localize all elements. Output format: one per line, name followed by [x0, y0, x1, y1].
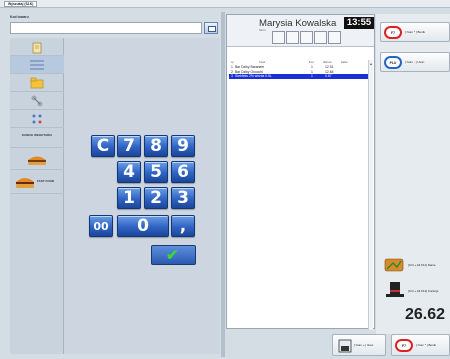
receipt-header: Marysia Kowalska 13:55 Stol 1: [227, 15, 374, 47]
bottom-bonik-button[interactable]: F7 [ Num * ] Bonik: [391, 334, 450, 356]
cashier-name: Marysia Kowalska: [259, 18, 337, 29]
small-items-icon: [32, 114, 42, 124]
key-3[interactable]: 3: [171, 187, 195, 209]
search-label: Kod towaru: [10, 15, 29, 19]
key-0[interactable]: 0: [117, 215, 169, 237]
table-row-selected[interactable]: 3 Stekfeks 2% wisnia 0.5L 1 0.87: [229, 74, 368, 79]
category-item-list[interactable]: [10, 56, 64, 74]
row-lp: 3: [231, 74, 233, 78]
key-2[interactable]: 2: [144, 187, 168, 209]
key-9[interactable]: 9: [171, 135, 195, 157]
bottom-bonik-label: [ Num * ] Bonik: [416, 343, 437, 347]
total-amount: 26.62: [405, 306, 446, 323]
row-qty: 1: [311, 74, 313, 78]
row-name: Stekfeks 2% wisnia 0.5L: [235, 74, 272, 78]
scroll-up-icon[interactable]: [370, 63, 372, 65]
key-00[interactable]: 00: [89, 215, 113, 237]
key-5[interactable]: 5: [144, 161, 168, 183]
col-header: Towar: [259, 61, 266, 64]
search-input[interactable]: [10, 22, 202, 34]
category-item-small[interactable]: [10, 110, 64, 128]
save-icon: [338, 339, 352, 353]
key-comma[interactable]: ,: [171, 215, 195, 237]
col-header: Lp: [231, 61, 234, 64]
list-icon: [30, 60, 44, 70]
col-header: Ilosc: [309, 61, 314, 64]
document-icon: [32, 42, 42, 54]
keyboard-icon: [208, 26, 216, 32]
bonik-button[interactable]: F7 [ Num * ] Bonik: [380, 22, 450, 42]
seat-box[interactable]: [300, 31, 313, 44]
receipt-panel: Marysia Kowalska 13:55 Stol 1 Lp Towar I…: [226, 14, 375, 330]
plu-icon: PLU: [385, 57, 401, 68]
category-item-fastfood[interactable]: FAST FOOD: [10, 170, 64, 194]
product-panel: [64, 38, 220, 354]
key-7[interactable]: 7: [117, 135, 141, 157]
folder-icon: [30, 77, 44, 89]
col-header: Wartosc: [323, 61, 332, 64]
row-value: 0.87: [325, 74, 332, 78]
window-tab[interactable]: Wyszukaj (SLK): [4, 1, 38, 7]
plu-delete-button[interactable]: PLU [ Num - ] Usun: [380, 52, 450, 72]
dish-label: [Ctrl + Alt F11] Danie: [408, 263, 436, 267]
category-item-network[interactable]: [10, 92, 64, 110]
key-clear[interactable]: C: [91, 135, 115, 157]
seat-box[interactable]: [314, 31, 327, 44]
category-item-folder[interactable]: [10, 74, 64, 92]
ok-button[interactable]: ✔: [151, 245, 196, 265]
key-1[interactable]: 1: [117, 187, 141, 209]
key-6[interactable]: 6: [171, 161, 195, 183]
clock: 13:55: [344, 17, 374, 29]
f7-icon: F7: [396, 340, 412, 351]
dish-icon: [384, 258, 404, 272]
checkmark-icon: ✔: [166, 247, 179, 264]
fastfood-icon: [16, 178, 34, 188]
f7-icon: F7: [385, 27, 401, 38]
category-label: DANICE WEGETARIA: [21, 133, 53, 137]
functions-label: [Ctrl + Alt F12] Funkcje: [408, 289, 439, 293]
category-item-wegetaria[interactable]: DANICE WEGETARIA: [10, 128, 64, 148]
plu-delete-label: [ Num - ] Usun: [405, 60, 425, 64]
function-panel: F7 [ Num * ] Bonik PLU [ Num - ] Usun [C…: [376, 14, 450, 334]
key-8[interactable]: 8: [144, 135, 168, 157]
network-icon: [31, 95, 43, 107]
seat-box[interactable]: [286, 31, 299, 44]
bonik-label: [ Num * ] Bonik: [405, 30, 426, 34]
keyboard-button[interactable]: [204, 22, 218, 34]
quantity-button[interactable]: [ Num + ] Ilosc: [332, 334, 386, 356]
category-item-document[interactable]: [10, 38, 64, 56]
seat-box[interactable]: [328, 31, 341, 44]
category-list: DANICE WEGETARIA FAST FOOD: [10, 38, 64, 354]
functions-button[interactable]: [Ctrl + Alt F12] Funkcje: [380, 278, 450, 304]
receipt-scrollbar[interactable]: [368, 60, 373, 330]
table-label: Stol 1: [259, 29, 266, 32]
category-label-fastfood: FAST FOOD: [37, 179, 55, 183]
burger-icon: [28, 156, 46, 165]
hat-icon: [386, 282, 404, 297]
dish-button[interactable]: [Ctrl + Alt F11] Danie: [380, 252, 450, 278]
window-tab-bar: Wyszukaj (SLK): [0, 0, 450, 8]
seat-box[interactable]: [272, 31, 285, 44]
category-item-burger[interactable]: [10, 148, 64, 170]
divider: [221, 12, 225, 357]
key-4[interactable]: 4: [117, 161, 141, 183]
quantity-label: [ Num + ] Ilosc: [354, 343, 374, 347]
col-header: Rabat: [341, 61, 348, 64]
